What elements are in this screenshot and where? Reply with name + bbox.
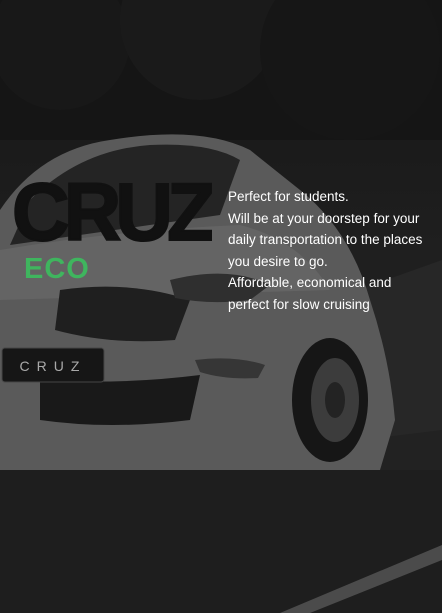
svg-text:CRUZ: CRUZ xyxy=(12,172,212,248)
product-card: CRUZ CRUZ ECO Perfect for students. Will… xyxy=(0,0,442,613)
description-line-1: Perfect for students. xyxy=(228,189,349,204)
tier-label: ECO xyxy=(24,253,90,285)
cruz-logo: CRUZ xyxy=(12,172,212,248)
description-line-2: Will be at your doorstep for your daily … xyxy=(228,210,423,269)
description-block: Perfect for students. Will be at your do… xyxy=(228,186,433,315)
description-line-3: Affordable, economical and perfect for s… xyxy=(228,275,392,312)
